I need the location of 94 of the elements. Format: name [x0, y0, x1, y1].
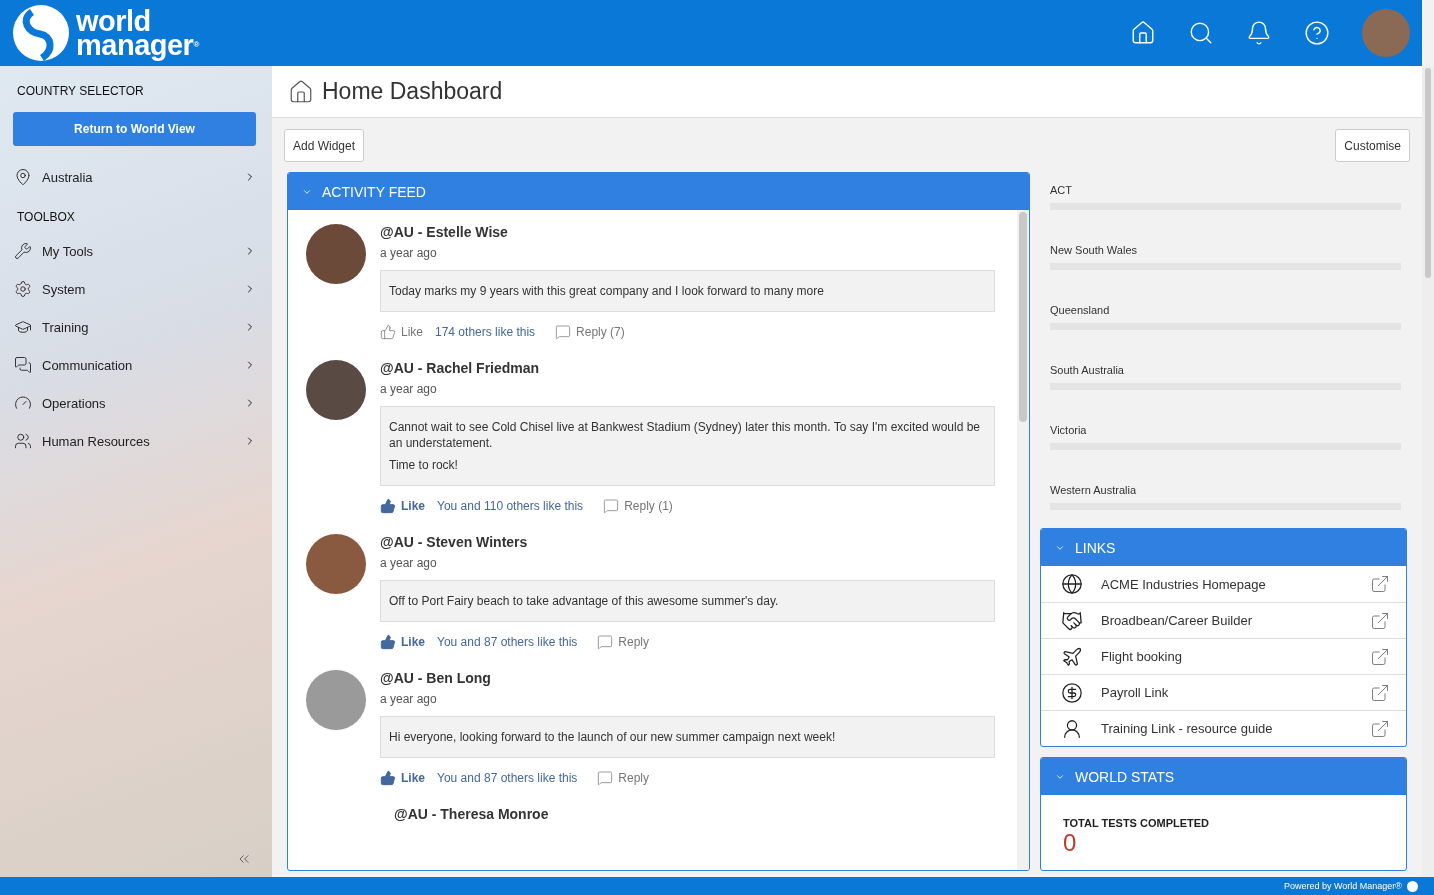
likes-link[interactable]: You and 87 others like this [437, 771, 578, 785]
region-name: Victoria [1050, 424, 1088, 436]
section-heading: COUNTRY SELECTOR [16, 84, 145, 98]
people-icon [14, 432, 32, 450]
section-heading: TOOLBOX [16, 210, 76, 224]
link-row[interactable]: Payroll Link [1041, 674, 1406, 710]
page-scrollbar-thumb[interactable] [1425, 68, 1431, 278]
graduation-cap-icon [14, 318, 32, 336]
speech-bubble-icon [597, 770, 614, 786]
sidebar-item[interactable]: Training [0, 308, 272, 346]
likes-link[interactable]: You and 110 others like this [437, 499, 584, 513]
region-name: Western Australia [1050, 484, 1137, 496]
home-icon [288, 78, 314, 105]
handshake-icon [1061, 609, 1083, 632]
speech-bubble-icon [555, 324, 572, 340]
dollar-icon [1061, 681, 1083, 704]
region-name: Queensland [1050, 304, 1111, 316]
panel-title: WORLD STATS [1075, 768, 1175, 785]
stat-value: 0 [1063, 829, 1078, 857]
map-pin-icon [14, 168, 32, 186]
likes-link[interactable]: You and 87 others like this [437, 635, 578, 649]
external-link-icon [1370, 682, 1390, 703]
avatar [306, 534, 366, 594]
external-link-icon [1370, 610, 1390, 631]
return-button[interactable]: Return to World View [13, 112, 256, 146]
sidebar-item[interactable]: Operations [0, 384, 272, 422]
link-row[interactable]: Flight booking [1041, 638, 1406, 674]
avatar [306, 670, 366, 730]
region-name: ACT [1050, 184, 1073, 196]
add-widget-button[interactable]: Add Widget [284, 129, 365, 162]
external-link-icon [1370, 718, 1390, 739]
speech-bubble-icon [597, 634, 614, 650]
post-text: Cannot wait to see Cold Chisel live at Bankwest Stadium (Sydney) later this month. To say I'm excited would be an understatement. [389, 419, 982, 451]
reply-button[interactable]: Reply [589, 770, 650, 786]
thumbs-up-icon [380, 634, 396, 650]
like-button[interactable]: Like [380, 324, 423, 340]
region-name: New South Wales [1050, 244, 1139, 256]
region-name: South Australia [1050, 364, 1125, 376]
post-time: a year ago [380, 692, 438, 706]
reply-button[interactable]: Reply [589, 634, 650, 650]
avatar [306, 360, 366, 420]
post-author: @AU - Steven Winters [380, 534, 529, 550]
customise-button[interactable]: Customise [1335, 129, 1410, 162]
post-author: @AU - Ben Long [380, 670, 492, 686]
logo-icon [12, 4, 70, 62]
page-title: Home Dashboard [322, 78, 503, 105]
post-time: a year ago [380, 246, 438, 260]
like-button[interactable]: Like [380, 770, 425, 786]
post-text: Today marks my 9 years with this great company and I look forward to many more [389, 283, 825, 299]
panel-title: LINKS [1075, 539, 1116, 556]
link-row[interactable]: ACME Industries Homepage [1041, 566, 1406, 602]
external-link-icon [1370, 646, 1390, 667]
footer-text: Powered by World Manager® [1283, 881, 1402, 891]
panel-title: ACTIVITY FEED [322, 183, 426, 200]
wrench-icon [14, 242, 32, 260]
reply-button[interactable]: Reply (7) [547, 324, 625, 340]
thumbs-up-icon [380, 498, 396, 514]
home-icon[interactable] [1130, 20, 1156, 46]
logo-icon [1407, 880, 1418, 892]
post-text: Time to rock! [389, 457, 459, 473]
avatar [306, 224, 366, 284]
link-row[interactable]: Training Link - resource guide [1041, 710, 1406, 746]
like-button[interactable]: Like [380, 634, 425, 650]
chat-icon [14, 356, 32, 374]
sidebar-item[interactable]: My Tools [0, 232, 272, 270]
speech-bubble-icon [603, 498, 620, 514]
plane-icon [1061, 645, 1083, 668]
gauge-icon [14, 394, 32, 412]
post-author: @AU - Theresa Monroe [393, 806, 549, 822]
post-author: @AU - Estelle Wise [380, 224, 509, 240]
globe-icon [1061, 573, 1083, 595]
reply-button[interactable]: Reply (1) [595, 498, 673, 514]
stat-label: TOTAL TESTS COMPLETED [1063, 817, 1211, 829]
sidebar-item[interactable]: System [0, 270, 272, 308]
sidebar-item[interactable]: Communication [0, 346, 272, 384]
external-link-icon [1370, 574, 1390, 594]
like-button[interactable]: Like [380, 498, 425, 514]
sidebar-item[interactable]: Australia [0, 158, 272, 196]
help-icon[interactable] [1304, 20, 1330, 46]
post-text: Hi everyone, looking forward to the launch of our new summer campaign next week! [389, 729, 837, 745]
thumbs-up-icon [380, 770, 396, 786]
person-icon [1061, 717, 1083, 740]
likes-link[interactable]: 174 others like this [435, 325, 536, 339]
search-icon[interactable] [1188, 20, 1214, 46]
scrollbar-thumb[interactable] [1019, 212, 1027, 422]
sidebar-item[interactable]: Human Resources [0, 422, 272, 460]
bell-icon[interactable] [1246, 20, 1272, 46]
post-author: @AU - Rachel Friedman [380, 360, 541, 376]
link-row[interactable]: Broadbean/Career Builder [1041, 602, 1406, 638]
post-text: Off to Port Fairy beach to take advantage of this awesome summer's day. [389, 593, 780, 609]
thumbs-up-icon [380, 324, 396, 340]
gear-icon [14, 280, 32, 298]
post-time: a year ago [380, 556, 438, 570]
post-time: a year ago [380, 382, 438, 396]
